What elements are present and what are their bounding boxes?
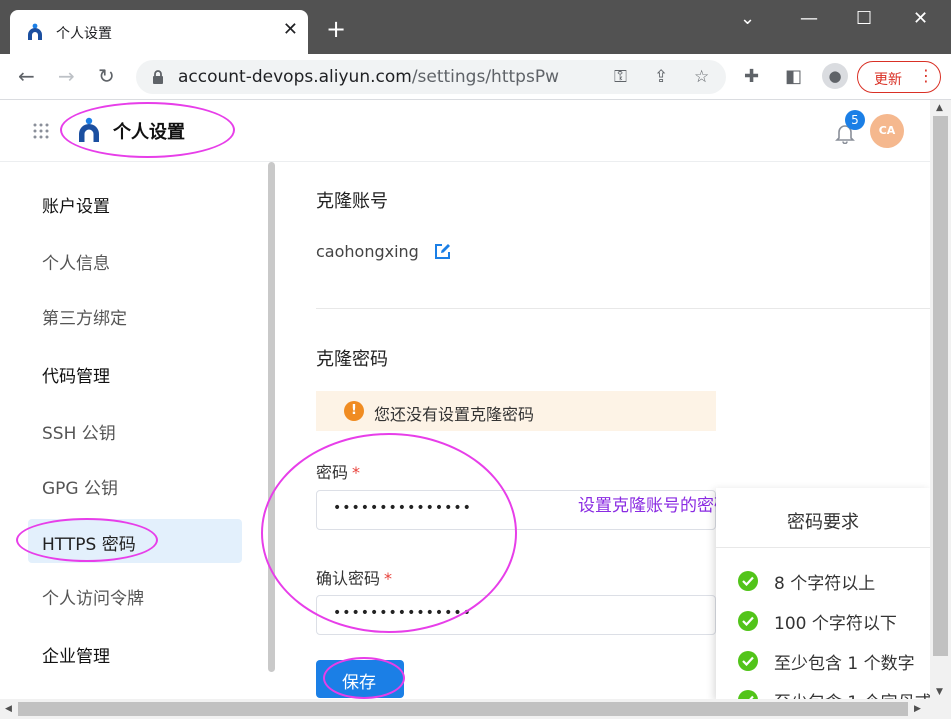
sidebar-item-gpg-keys[interactable]: GPG 公钥 <box>28 463 242 507</box>
page-vertical-scroll-thumb[interactable] <box>933 116 948 656</box>
side-panel-icon[interactable]: ◧ <box>785 66 802 87</box>
scroll-left-arrow-icon[interactable]: ◀ <box>5 704 12 714</box>
minimize-icon[interactable]: — <box>800 8 818 29</box>
section-divider <box>316 308 930 309</box>
warning-icon: ! <box>344 401 364 421</box>
save-button[interactable]: 保存 <box>316 660 404 698</box>
app-header: 个人设置 5 CA <box>0 100 930 162</box>
sidebar-item-account-settings[interactable]: 账户设置 <box>28 181 242 225</box>
sidebar-item-access-tokens[interactable]: 个人访问令牌 <box>28 573 242 617</box>
check-circle-icon <box>738 611 758 631</box>
browser-tab[interactable]: 个人设置 ✕ <box>10 10 308 54</box>
check-circle-icon <box>738 571 758 591</box>
sidebar-scrollbar[interactable] <box>268 162 275 672</box>
back-arrow-icon[interactable]: ← <box>18 64 35 88</box>
tab-close-icon[interactable]: ✕ <box>283 19 298 40</box>
menu-dots-icon[interactable]: ⋮ <box>918 66 934 85</box>
warning-alert: ! 您还没有设置克隆密码 <box>316 391 716 431</box>
sidebar-item-personal-info[interactable]: 个人信息 <box>28 238 242 282</box>
clone-password-title: 克隆密码 <box>316 349 388 370</box>
maximize-icon[interactable]: ☐ <box>856 8 872 29</box>
sidebar-item-ssh-keys[interactable]: SSH 公钥 <box>28 408 242 452</box>
extensions-icon[interactable]: ✚ <box>744 66 759 87</box>
tab-search-icon[interactable]: ⌄ <box>740 8 755 29</box>
scroll-right-arrow-icon[interactable]: ▶ <box>914 704 921 714</box>
edit-icon[interactable] <box>433 242 452 261</box>
star-icon[interactable]: ☆ <box>694 67 709 87</box>
confirm-password-input[interactable]: ••••••••••••••• <box>316 595 716 635</box>
clone-account-name: caohongxing <box>316 242 419 261</box>
clone-account-title: 克隆账号 <box>316 191 388 212</box>
confirm-password-label: 确认密码 * <box>316 569 393 588</box>
scroll-down-arrow-icon[interactable]: ▼ <box>936 687 943 697</box>
scroll-up-arrow-icon[interactable]: ▲ <box>936 103 943 113</box>
annotation-text: 设置克隆账号的密码 <box>578 496 731 516</box>
sidebar: 账户设置 个人信息 第三方绑定 代码管理 SSH 公钥 GPG 公钥 HTTPS… <box>0 162 275 699</box>
share-icon[interactable]: ⇪ <box>654 67 668 87</box>
new-tab-button[interactable]: + <box>326 17 346 41</box>
close-window-icon[interactable]: ✕ <box>913 8 928 29</box>
address-bar[interactable]: account-devops.aliyun.com/settings/https… <box>136 60 726 94</box>
check-circle-icon <box>738 690 758 699</box>
sidebar-item-enterprise[interactable]: 企业管理 <box>28 631 242 675</box>
page-horizontal-scroll-thumb[interactable] <box>18 702 908 716</box>
check-circle-icon <box>738 651 758 671</box>
app-logo-icon <box>28 23 42 40</box>
page-title: 个人设置 <box>113 122 185 143</box>
password-label: 密码 * <box>316 463 361 482</box>
tab-title: 个人设置 <box>56 26 112 42</box>
app-logo-icon <box>79 117 99 142</box>
app-grid-icon[interactable] <box>32 122 50 140</box>
avatar[interactable]: CA <box>870 114 904 148</box>
sidebar-item-code-management[interactable]: 代码管理 <box>28 351 242 395</box>
url-text: account-devops.aliyun.com/settings/https… <box>178 67 559 87</box>
sidebar-item-https-password[interactable]: HTTPS 密码 <box>28 519 242 563</box>
lock-icon <box>153 70 163 84</box>
password-requirements-popover: 密码要求 8 个字符以上 100 个字符以下 至少包含 1 个数字 至少包含 1… <box>716 488 930 699</box>
notification-badge: 5 <box>845 110 865 130</box>
reload-icon[interactable]: ↻ <box>98 64 115 88</box>
sidebar-item-third-party[interactable]: 第三方绑定 <box>28 293 242 337</box>
forward-arrow-icon[interactable]: → <box>58 64 75 88</box>
requirements-title: 密码要求 <box>787 512 859 533</box>
update-button[interactable]: 更新 ⋮ <box>857 61 941 93</box>
popover-divider <box>716 547 930 548</box>
browser-titlebar: 个人设置 ✕ + ⌄ — ☐ ✕ <box>0 0 951 54</box>
key-icon[interactable]: ⚿ <box>614 67 627 87</box>
alert-text: 您还没有设置克隆密码 <box>374 405 535 424</box>
browser-toolbar: ← → ↻ account-devops.aliyun.com/settings… <box>0 54 951 100</box>
profile-icon[interactable]: ● <box>822 63 848 89</box>
